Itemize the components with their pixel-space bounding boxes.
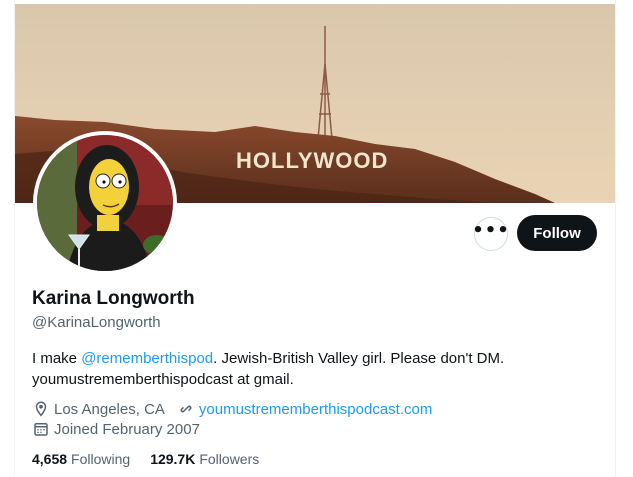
profile-frame: HOLLYWOOD ••• Follow Karina Longworth @K… xyxy=(14,0,616,477)
more-options-button[interactable]: ••• xyxy=(472,217,510,251)
followers-link[interactable]: 129.7K Followers xyxy=(150,451,259,467)
profile-display-name: Karina Longworth xyxy=(32,288,195,309)
profile-bio: I make @rememberthispod. Jewish-British … xyxy=(32,348,592,390)
bio-text: . Jewish-British Valley girl. Please don… xyxy=(213,350,505,367)
profile-handle: @KarinaLongworth xyxy=(32,314,161,331)
profile-location: Los Angeles, CA xyxy=(54,400,165,418)
following-link[interactable]: 4,658 Following xyxy=(32,451,130,467)
bio-text: I make xyxy=(32,350,82,367)
bio-mention-link[interactable]: @rememberthispod xyxy=(81,350,213,367)
profile-website-link[interactable]: youmustrememberthispodcast.com xyxy=(199,401,432,418)
link-icon xyxy=(177,400,195,418)
bio-text: youmustrememberthispodcast at gmail. xyxy=(32,371,294,388)
following-count: 4,658 xyxy=(32,451,68,467)
followers-label: Followers xyxy=(199,451,260,467)
profile-stats: 4,658 Following 129.7K Followers xyxy=(32,451,279,467)
more-horizontal-icon: ••• xyxy=(472,220,510,241)
followers-count: 129.7K xyxy=(150,451,196,467)
profile-meta-row: Los Angeles, CA youmustrememberthispodca… xyxy=(32,400,432,418)
follow-button[interactable]: Follow xyxy=(517,215,597,251)
location-pin-icon xyxy=(32,400,50,418)
following-label: Following xyxy=(71,451,131,467)
profile-meta-row: Joined February 2007 xyxy=(32,420,200,438)
profile-joined-date: Joined February 2007 xyxy=(54,420,200,438)
calendar-icon xyxy=(32,420,50,438)
profile-avatar[interactable] xyxy=(33,131,177,275)
hollywood-sign: HOLLYWOOD xyxy=(236,148,388,173)
